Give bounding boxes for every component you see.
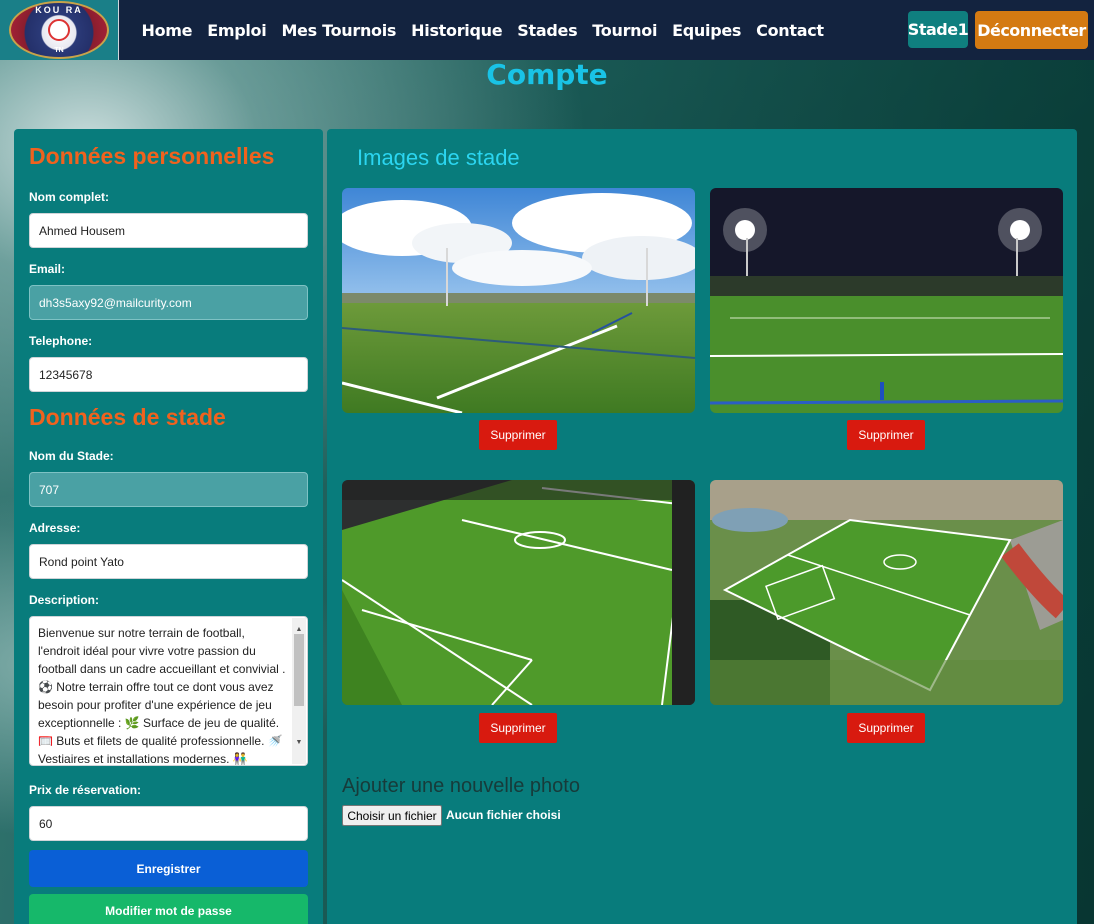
stade-button[interactable]: Stade1 [908, 11, 969, 48]
page-title: Compte [486, 58, 608, 91]
stadium-image-4 [710, 480, 1063, 705]
stadium-name-field[interactable]: 707 [29, 472, 308, 507]
logo-text: KOU RA [35, 5, 83, 15]
description-text: Bienvenue sur notre terrain de football,… [38, 626, 286, 766]
description-label: Description: [29, 593, 100, 607]
navbar: KOU RA TN Home Emploi Mes Tournois Histo… [0, 0, 1094, 60]
nav-link-home[interactable]: Home [134, 21, 200, 40]
name-field[interactable]: Ahmed Housem [29, 213, 308, 248]
logout-button[interactable]: Déconnecter [975, 11, 1088, 49]
scroll-down-icon[interactable]: ▼ [292, 734, 306, 752]
stadium-images-panel: Images de stade Supprimer Supprimer Supp… [327, 129, 1077, 924]
save-button[interactable]: Enregistrer [29, 850, 308, 887]
address-field[interactable]: Rond point Yato [29, 544, 308, 579]
account-form-panel: Données personnelles Nom complet: Ahmed … [14, 129, 323, 924]
logo[interactable]: KOU RA TN [0, 0, 119, 60]
change-password-button[interactable]: Modifier mot de passe [29, 894, 308, 924]
phone-field[interactable]: 12345678 [29, 357, 308, 392]
nav-link-stades[interactable]: Stades [510, 21, 585, 40]
delete-image-1-button[interactable]: Supprimer [479, 420, 557, 450]
email-field[interactable]: dh3s5axy92@mailcurity.com [29, 285, 308, 320]
stadium-image-2 [710, 188, 1063, 413]
delete-image-4-button[interactable]: Supprimer [847, 713, 925, 743]
nav-link-tournoi[interactable]: Tournoi [585, 21, 665, 40]
logo-subtext: TN [54, 47, 64, 54]
personal-data-title: Données personnelles [29, 143, 275, 169]
images-title: Images de stade [357, 145, 520, 170]
stadium-image-3 [342, 480, 695, 705]
nav-link-mes-tournois[interactable]: Mes Tournois [274, 21, 404, 40]
description-textarea[interactable]: Bienvenue sur notre terrain de football,… [29, 616, 308, 766]
stadium-image-1 [342, 188, 695, 413]
stadium-data-title: Données de stade [29, 404, 226, 430]
price-label: Prix de réservation: [29, 783, 142, 797]
file-status-text: Aucun fichier choisi [446, 808, 561, 822]
football-icon [48, 19, 70, 41]
delete-image-2-button[interactable]: Supprimer [847, 420, 925, 450]
stadium-name-label: Nom du Stade: [29, 449, 114, 463]
nav-link-historique[interactable]: Historique [404, 21, 510, 40]
choose-file-button[interactable]: Choisir un fichier [342, 805, 442, 826]
description-scrollbar[interactable]: ▲ ▼ [292, 618, 306, 764]
nav-links: Home Emploi Mes Tournois Historique Stad… [134, 21, 831, 40]
nav-link-contact[interactable]: Contact [749, 21, 832, 40]
name-label: Nom complet: [29, 190, 110, 204]
delete-image-3-button[interactable]: Supprimer [479, 713, 557, 743]
scroll-thumb[interactable] [294, 634, 304, 706]
price-field[interactable]: 60 [29, 806, 308, 841]
phone-label: Telephone: [29, 334, 93, 348]
email-label: Email: [29, 262, 66, 276]
add-photo-title: Ajouter une nouvelle photo [342, 775, 580, 797]
logo-emblem: KOU RA TN [9, 1, 109, 59]
nav-link-equipes[interactable]: Equipes [665, 21, 749, 40]
nav-link-emploi[interactable]: Emploi [200, 21, 274, 40]
address-label: Adresse: [29, 521, 81, 535]
